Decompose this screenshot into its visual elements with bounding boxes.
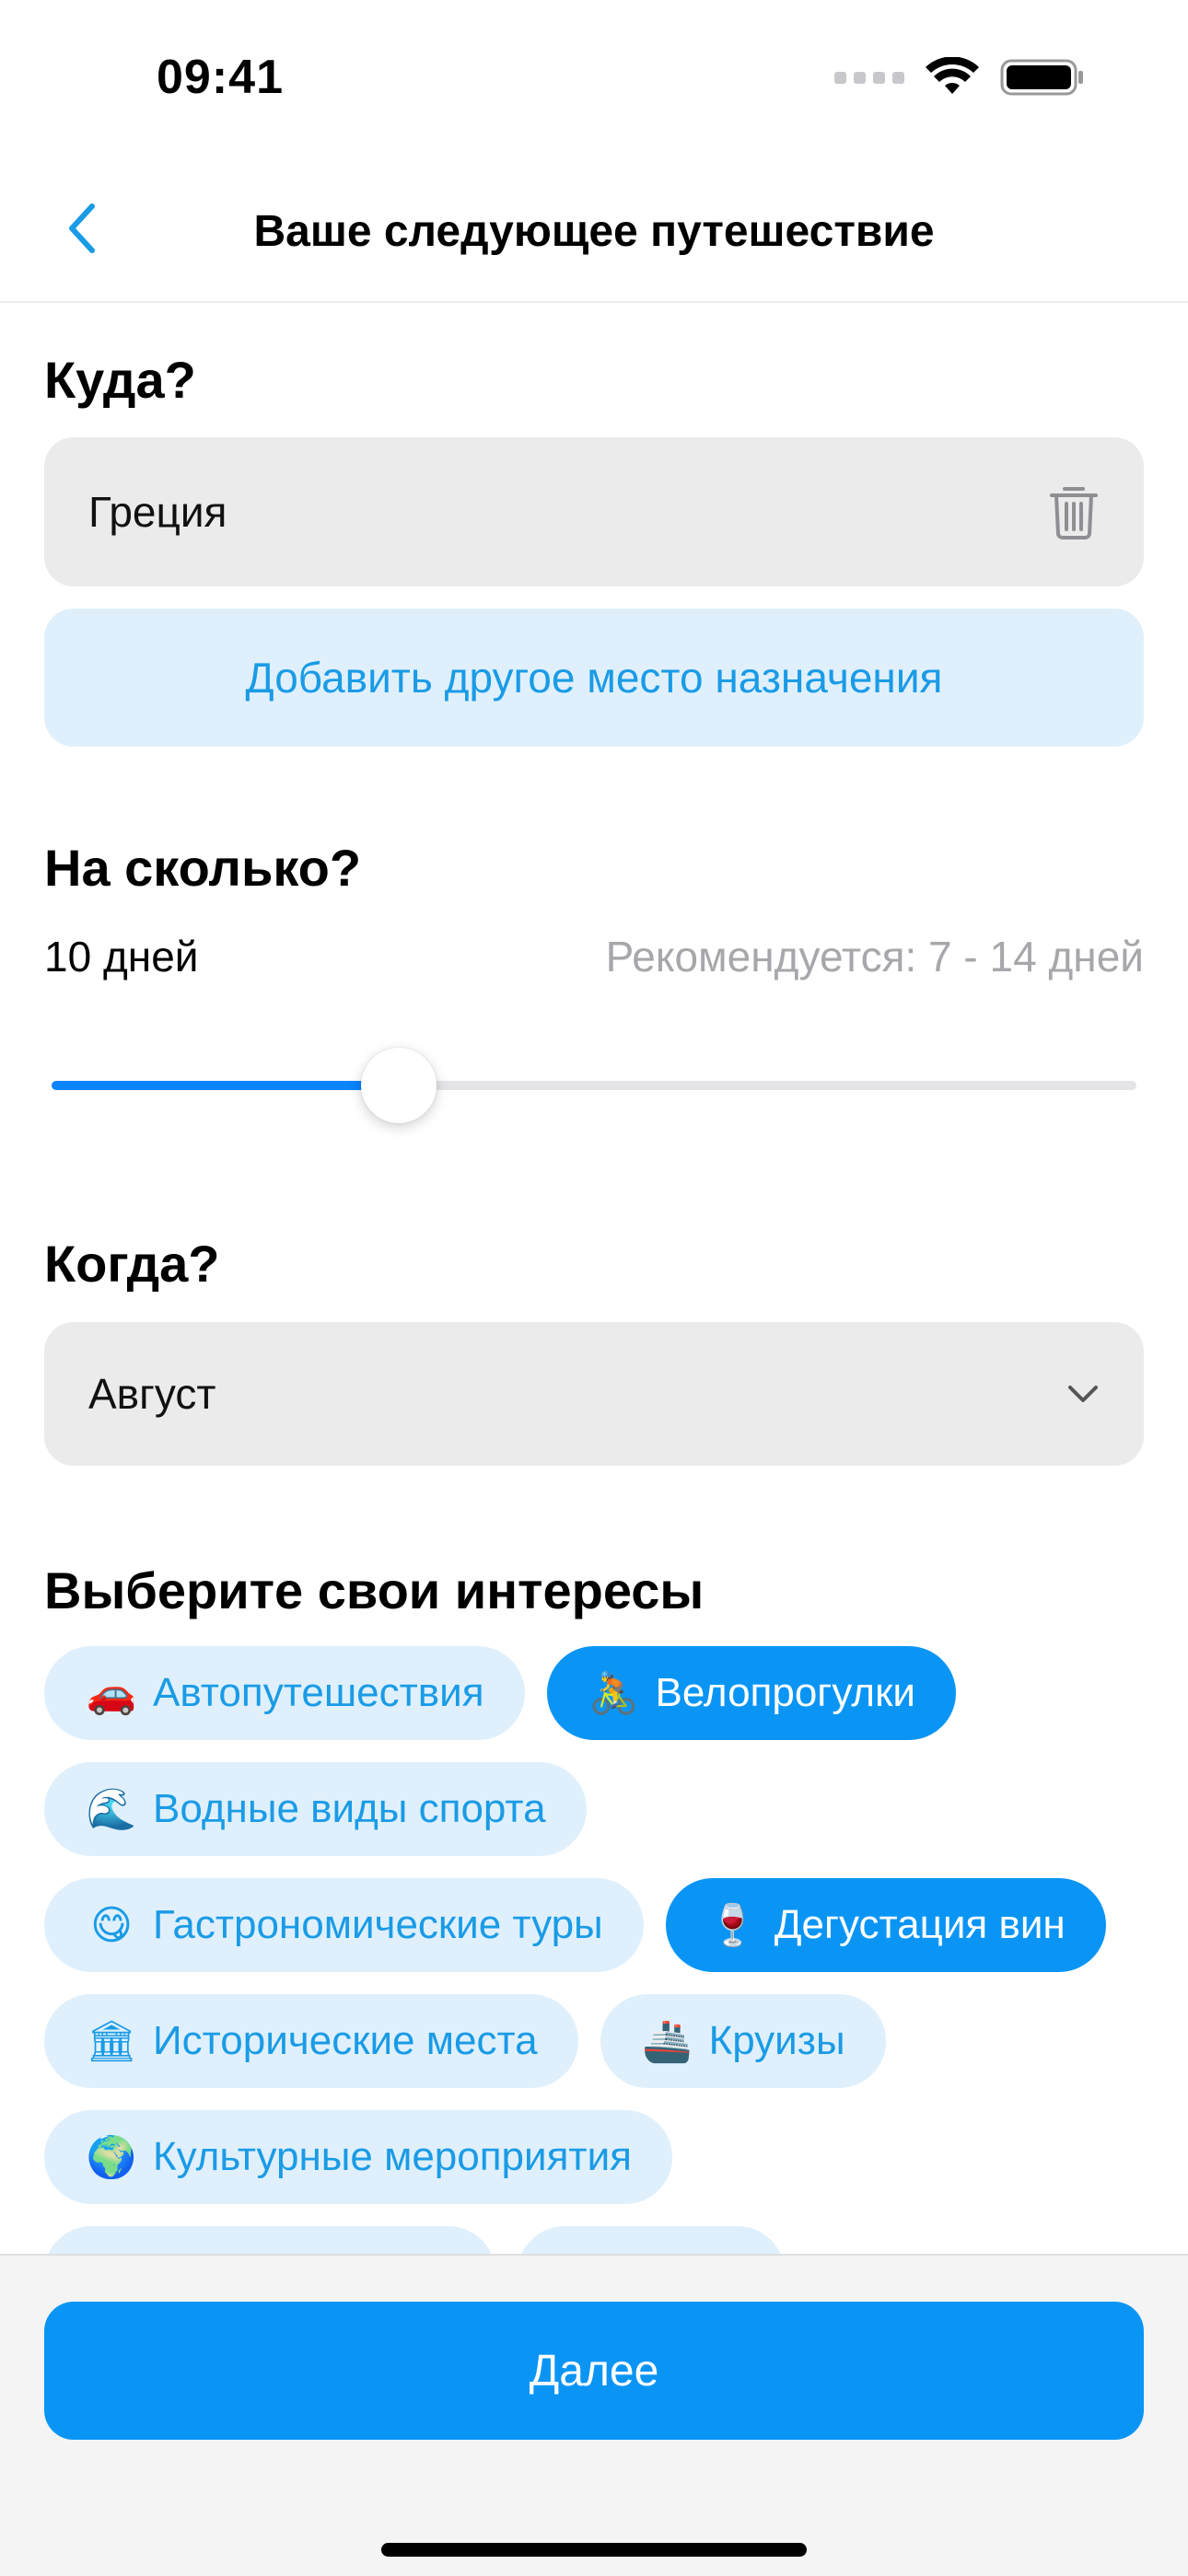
battery-icon [1000,59,1083,96]
signal-dots-icon [834,71,904,84]
duration-row: 10 дней Рекомендуется: 7 - 14 дней [44,932,1144,981]
interest-chip-partial[interactable] [518,2226,785,2254]
interest-chip-water-sports[interactable]: 🌊 Водные виды спорта [44,1762,587,1856]
destination-label: Куда? [44,351,196,409]
interest-chip-cultural-events[interactable]: 🌍 Культурные мероприятия [44,2110,672,2204]
chip-label: Автопутешествия [153,1670,484,1715]
interest-chip-road-trips[interactable]: 🚗 Автопутешествия [44,1646,525,1740]
page-title: Ваше следующее путешествие [253,207,935,256]
status-bar: 09:41 [0,0,1188,157]
status-icons [834,57,1085,98]
chip-label: Гастрономические туры [153,1902,603,1947]
chip-row: 🚗 Автопутешествия 🚴 Велопрогулки [44,1646,1144,1740]
duration-label: На сколько? [44,839,362,897]
interests-label: Выберите свои интересы [44,1561,705,1619]
duration-slider[interactable] [52,1048,1136,1123]
chip-label: Круизы [708,2018,845,2063]
bottom-bar: Далее [0,2254,1188,2576]
status-time: 09:41 [157,51,284,104]
chip-row: 😋 Гастрономические туры 🍷 Дегустация вин [44,1878,1144,1972]
chip-label: Исторические места [153,2018,538,2063]
interest-chip-partial[interactable] [44,2226,495,2254]
slider-fill [52,1081,399,1090]
destination-field[interactable]: Греция [44,437,1144,586]
bicycle-icon: 🚴 [588,1671,639,1716]
globe-icon: 🌍 [86,2135,137,2180]
trash-icon [1050,487,1098,540]
chip-row: 🌍 Культурные мероприятия [44,2110,1144,2204]
home-indicator [381,2543,807,2557]
chip-label: Водные виды спорта [153,1786,546,1831]
chip-row: 🌊 Водные виды спорта [44,1762,1144,1856]
interests-chips: 🚗 Автопутешествия 🚴 Велопрогулки 🌊 Водны… [44,1646,1144,2254]
chip-label: Дегустация вин [774,1902,1066,1947]
nav-bar: Ваше следующее путешествие [0,157,1188,303]
car-icon: 🚗 [86,1671,137,1716]
destination-value: Греция [88,488,227,536]
delete-destination-button[interactable] [1048,483,1100,540]
add-destination-button[interactable]: Добавить другое место назначения [44,609,1144,747]
trip-form: Куда? Греция Добавить другое место назна… [44,304,1144,2254]
next-button[interactable]: Далее [44,2302,1144,2440]
chevron-down-icon [1068,1386,1098,1402]
duration-recommendation: Рекомендуется: 7 - 14 дней [605,933,1144,981]
chip-row: 🏛 Исторические места 🚢 Круизы [44,1994,1144,2088]
interest-chip-cycling[interactable]: 🚴 Велопрогулки [546,1646,956,1740]
interest-chip-food-tours[interactable]: 😋 Гастрономические туры [44,1878,644,1972]
interest-chip-historic-sites[interactable]: 🏛 Исторические места [44,1994,578,2088]
chip-row-partial [44,2226,1144,2254]
slider-thumb[interactable] [360,1048,437,1123]
chip-label: Культурные мероприятия [153,2134,632,2179]
month-select[interactable]: Август [44,1322,1144,1466]
yum-face-icon: 😋 [90,1902,133,1948]
ship-icon: 🚢 [642,2019,693,2064]
wave-icon: 🌊 [86,1787,137,1832]
chip-label: Велопрогулки [655,1670,915,1715]
month-value: Август [88,1370,216,1418]
interest-chip-cruises[interactable]: 🚢 Круизы [600,1994,886,2088]
wine-glass-icon: 🍷 [707,1903,759,1948]
classical-building-icon: 🏛 [86,2019,137,2064]
interest-chip-wine-tasting[interactable]: 🍷 Дегустация вин [665,1878,1106,1972]
wifi-icon [926,57,979,94]
duration-value: 10 дней [44,933,199,981]
when-label: Когда? [44,1235,220,1293]
